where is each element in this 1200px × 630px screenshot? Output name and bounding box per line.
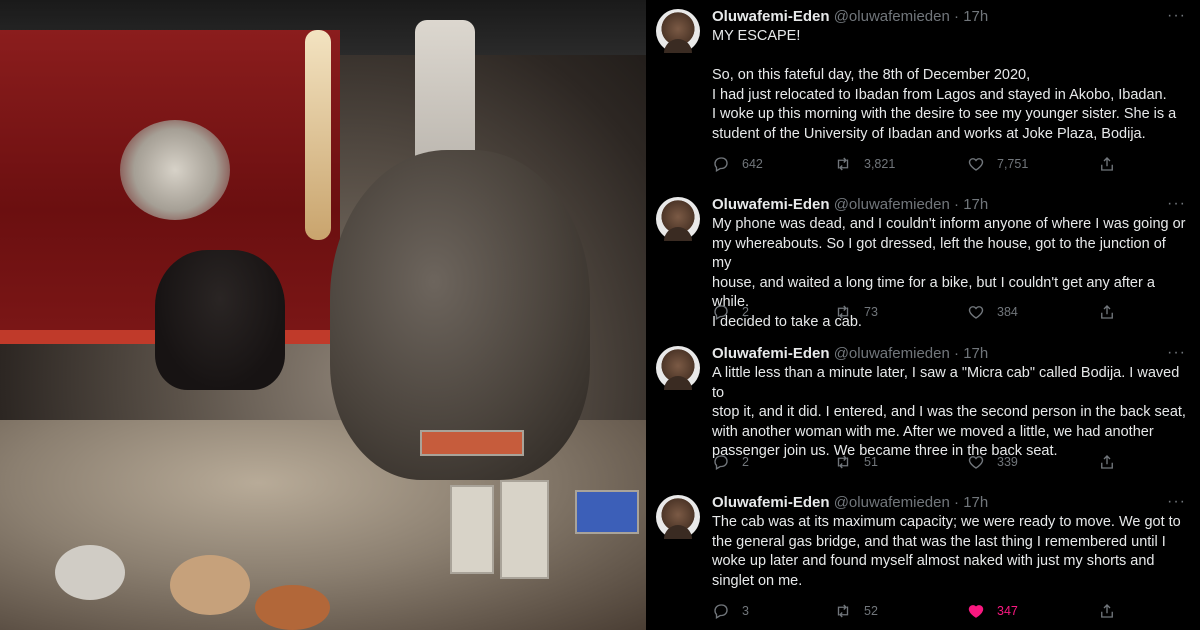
avatar[interactable] <box>656 346 700 390</box>
timestamp[interactable]: 17h <box>963 196 988 213</box>
like-count: 384 <box>997 305 1018 319</box>
share-icon <box>1101 157 1113 171</box>
avatar[interactable] <box>656 197 700 241</box>
retweet-button[interactable]: 3,821 <box>834 154 895 174</box>
retweet-count: 51 <box>864 455 878 469</box>
reply-button[interactable]: 2 <box>712 452 749 472</box>
heart-icon <box>968 306 984 319</box>
item-box <box>420 430 524 456</box>
like-button[interactable]: 339 <box>967 452 1018 472</box>
more-icon[interactable]: ··· <box>1167 7 1186 25</box>
reply-button[interactable]: 3 <box>712 601 749 621</box>
reply-icon <box>714 305 728 320</box>
user-handle[interactable]: @oluwafemieden <box>834 196 950 213</box>
tweet[interactable]: Oluwafemi-Eden @oluwafemieden · 17h ··· … <box>646 344 1200 484</box>
share-button[interactable] <box>1098 452 1128 472</box>
share-button[interactable] <box>1098 302 1128 322</box>
retweet-icon <box>837 455 849 469</box>
retweet-icon <box>837 157 849 171</box>
heart-icon <box>968 158 984 171</box>
user-handle[interactable]: @oluwafemieden <box>834 494 950 511</box>
reply-icon <box>714 455 728 470</box>
retweet-count: 73 <box>864 305 878 319</box>
tweet[interactable]: Oluwafemi-Eden @oluwafemieden · 17h ··· … <box>646 7 1200 187</box>
reply-count: 3 <box>742 604 749 618</box>
display-name[interactable]: Oluwafemi-Eden <box>712 345 830 362</box>
item-box <box>500 480 549 579</box>
retweet-count: 3,821 <box>864 157 896 171</box>
screenshot: Oluwafemi-Eden @oluwafemieden · 17h ··· … <box>0 0 1200 630</box>
like-button[interactable]: 384 <box>967 302 1018 322</box>
retweet-count: 52 <box>864 604 878 618</box>
like-button[interactable]: 347 <box>967 601 1018 621</box>
share-icon <box>1101 455 1113 469</box>
more-icon[interactable]: ··· <box>1167 344 1186 362</box>
calabash-bowl <box>55 545 125 600</box>
reply-count: 2 <box>742 305 749 319</box>
tweet-header: Oluwafemi-Eden @oluwafemieden · 17h <box>712 344 988 364</box>
separator-dot: · <box>954 345 960 362</box>
tweet-actions: 3 52 347 <box>712 601 1132 621</box>
item-box <box>450 485 494 574</box>
like-count: 347 <box>997 604 1018 618</box>
user-handle[interactable]: @oluwafemieden <box>834 8 950 25</box>
tweet-header: Oluwafemi-Eden @oluwafemieden · 17h <box>712 7 988 27</box>
heart-icon <box>968 605 984 618</box>
like-count: 339 <box>997 455 1018 469</box>
hanging-tassel <box>305 30 331 240</box>
retweet-button[interactable]: 51 <box>834 452 878 472</box>
shell-ornament <box>120 120 230 220</box>
reply-icon <box>714 157 728 172</box>
like-count: 7,751 <box>997 157 1029 171</box>
retweet-button[interactable]: 52 <box>834 601 878 621</box>
reply-button[interactable]: 642 <box>712 154 763 174</box>
like-button[interactable]: 7,751 <box>967 154 1028 174</box>
tweet-text: The cab was at its maximum capacity; we … <box>712 514 1181 589</box>
more-icon[interactable]: ··· <box>1167 493 1186 511</box>
tweet-header: Oluwafemi-Eden @oluwafemieden · 17h <box>712 195 988 215</box>
tweet-text: A little less than a minute later, I saw… <box>712 365 1186 460</box>
tweet-actions: 642 3,821 7,751 <box>712 154 1132 174</box>
reply-button[interactable]: 2 <box>712 302 749 322</box>
tweet-actions: 2 73 384 <box>712 302 1132 322</box>
avatar[interactable] <box>656 495 700 539</box>
share-icon <box>1101 604 1113 618</box>
display-name[interactable]: Oluwafemi-Eden <box>712 8 830 25</box>
tweet-thread: Oluwafemi-Eden @oluwafemieden · 17h ··· … <box>646 0 1200 630</box>
tweet[interactable]: Oluwafemi-Eden @oluwafemieden · 17h ··· … <box>646 493 1200 628</box>
tweet-text: MY ESCAPE! So, on this fateful day, the … <box>712 28 1177 142</box>
share-button[interactable] <box>1098 601 1128 621</box>
tweet-actions: 2 51 339 <box>712 452 1132 472</box>
tweet-header: Oluwafemi-Eden @oluwafemieden · 17h <box>712 493 988 513</box>
calabash-bowl <box>170 555 250 615</box>
separator-dot: · <box>954 196 960 213</box>
separator-dot: · <box>954 494 960 511</box>
heart-icon <box>968 456 984 469</box>
timestamp[interactable]: 17h <box>963 8 988 25</box>
display-name[interactable]: Oluwafemi-Eden <box>712 494 830 511</box>
timestamp[interactable]: 17h <box>963 494 988 511</box>
avatar[interactable] <box>656 9 700 53</box>
dark-statue <box>155 250 285 390</box>
reply-icon <box>714 604 728 619</box>
more-icon[interactable]: ··· <box>1167 195 1186 213</box>
calabash-bowl <box>255 585 330 630</box>
separator-dot: · <box>954 8 960 25</box>
share-icon <box>1101 305 1113 319</box>
tweet[interactable]: Oluwafemi-Eden @oluwafemieden · 17h ··· … <box>646 195 1200 335</box>
retweet-icon <box>837 305 849 319</box>
shrine-photo <box>0 0 646 630</box>
reply-count: 642 <box>742 157 763 171</box>
reply-count: 2 <box>742 455 749 469</box>
item-box <box>575 490 639 534</box>
display-name[interactable]: Oluwafemi-Eden <box>712 196 830 213</box>
user-handle[interactable]: @oluwafemieden <box>834 345 950 362</box>
retweet-icon <box>837 604 849 618</box>
retweet-button[interactable]: 73 <box>834 302 878 322</box>
share-button[interactable] <box>1098 154 1128 174</box>
timestamp[interactable]: 17h <box>963 345 988 362</box>
